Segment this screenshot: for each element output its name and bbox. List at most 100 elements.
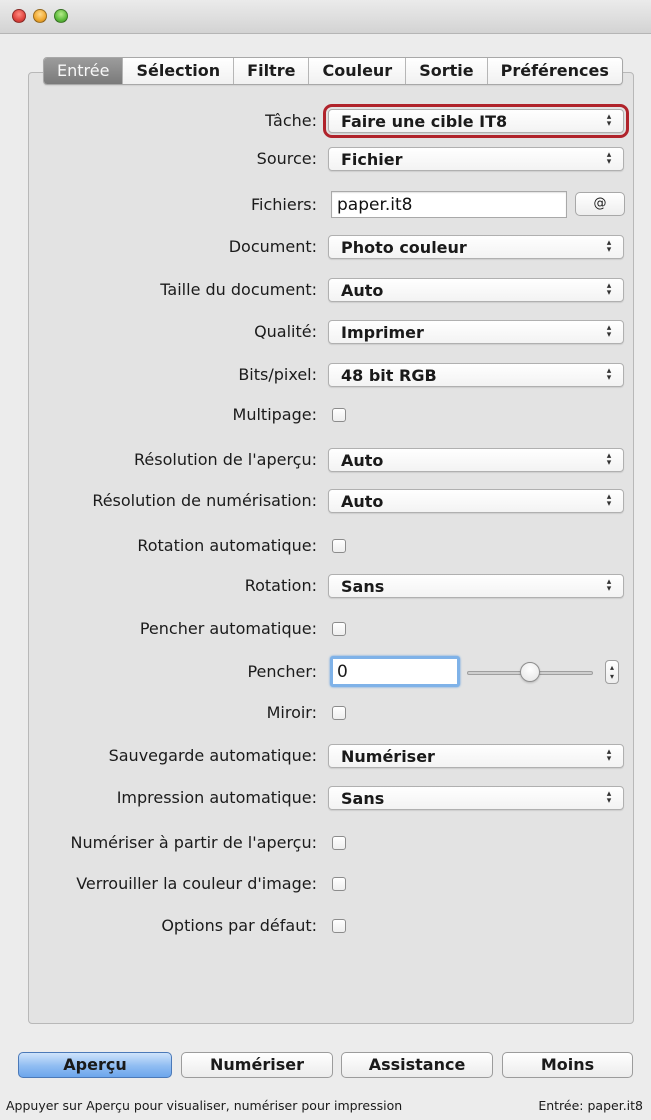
verrouiller-couleur-checkbox[interactable] <box>332 877 346 891</box>
numeriser-apercu-label: Numériser à partir de l'aperçu: <box>70 833 317 852</box>
moins-button[interactable]: Moins <box>502 1052 633 1078</box>
row-miroir: Miroir: <box>0 698 651 728</box>
document-value: Photo couleur <box>341 238 467 257</box>
updown-arrows-icon: ▴ ▾ <box>606 577 612 594</box>
tab-preferences[interactable]: Préférences <box>488 58 622 84</box>
updown-arrows-icon: ▴ ▾ <box>606 747 612 764</box>
browse-at-button[interactable]: @ <box>575 192 625 216</box>
rotation-auto-label: Rotation automatique: <box>137 536 317 555</box>
status-input-file: Entrée: paper.it8 <box>538 1098 643 1113</box>
miroir-label: Miroir: <box>266 703 317 722</box>
row-pencher-auto: Pencher automatique: <box>0 614 651 644</box>
updown-arrows-icon: ▴ ▾ <box>606 238 612 255</box>
updown-arrows-icon: ▴ ▾ <box>606 281 612 298</box>
document-label: Document: <box>228 237 317 256</box>
row-pencher: Pencher: 0 ▴ ▾ <box>0 656 651 687</box>
impression-auto-value: Sans <box>341 789 385 808</box>
row-numeriser-apercu: Numériser à partir de l'aperçu: <box>0 828 651 858</box>
rotation-value: Sans <box>341 577 385 596</box>
row-qualite: Qualité: Imprimer ▴ ▾ <box>0 317 651 347</box>
source-label: Source: <box>256 149 317 168</box>
bits-value: 48 bit RGB <box>341 366 437 385</box>
fichiers-value: paper.it8 <box>337 195 413 215</box>
row-tache: Tâche: Faire une cible IT8 ▴ ▾ <box>0 104 651 138</box>
tab-bar: Entrée Sélection Filtre Couleur Sortie P… <box>43 57 623 85</box>
pencher-stepper[interactable]: ▴ ▾ <box>605 660 619 684</box>
numeriser-button[interactable]: Numériser <box>181 1052 333 1078</box>
tab-selection[interactable]: Sélection <box>123 58 235 84</box>
row-source: Source: Fichier ▴ ▾ <box>0 144 651 174</box>
pencher-auto-label: Pencher automatique: <box>139 619 317 638</box>
sauvegarde-auto-select[interactable]: Numériser ▴ ▾ <box>328 744 624 768</box>
row-bits: Bits/pixel: 48 bit RGB ▴ ▾ <box>0 360 651 390</box>
tache-value: Faire une cible IT8 <box>341 112 508 131</box>
assistance-button[interactable]: Assistance <box>341 1052 493 1078</box>
pencher-slider-thumb[interactable] <box>520 662 540 682</box>
taille-label: Taille du document: <box>160 280 317 299</box>
row-rotation-auto: Rotation automatique: <box>0 531 651 561</box>
numeriser-apercu-checkbox[interactable] <box>332 836 346 850</box>
apercu-button[interactable]: Aperçu <box>18 1052 172 1078</box>
taille-value: Auto <box>341 281 384 300</box>
zoom-window-button[interactable] <box>54 9 68 23</box>
tache-label: Tâche: <box>265 111 317 130</box>
row-rotation: Rotation: Sans ▴ ▾ <box>0 571 651 601</box>
title-bar <box>0 0 651 34</box>
tab-entree[interactable]: Entrée <box>44 58 124 84</box>
bits-label: Bits/pixel: <box>238 365 317 384</box>
verrouiller-couleur-label: Verrouiller la couleur d'image: <box>76 874 317 893</box>
miroir-checkbox[interactable] <box>332 706 346 720</box>
resolution-apercu-label: Résolution de l'aperçu: <box>134 450 317 469</box>
updown-arrows-icon: ▴ ▾ <box>606 789 612 806</box>
minimize-window-button[interactable] <box>33 9 47 23</box>
options-defaut-label: Options par défaut: <box>161 916 317 935</box>
pencher-auto-checkbox[interactable] <box>332 622 346 636</box>
tab-couleur[interactable]: Couleur <box>309 58 407 84</box>
row-impression-auto: Impression automatique: Sans ▴ ▾ <box>0 783 651 813</box>
row-resolution-numerisation: Résolution de numérisation: Auto ▴ ▾ <box>0 486 651 516</box>
multipage-label: Multipage: <box>232 405 317 424</box>
row-document: Document: Photo couleur ▴ ▾ <box>0 232 651 262</box>
impression-auto-select[interactable]: Sans ▴ ▾ <box>328 786 624 810</box>
resolution-numerisation-select[interactable]: Auto ▴ ▾ <box>328 489 624 513</box>
rotation-select[interactable]: Sans ▴ ▾ <box>328 574 624 598</box>
status-bar: Appuyer sur Aperçu pour visualiser, numé… <box>0 1096 651 1120</box>
row-sauvegarde-auto: Sauvegarde automatique: Numériser ▴ ▾ <box>0 741 651 771</box>
tab-filtre[interactable]: Filtre <box>234 58 310 84</box>
status-message: Appuyer sur Aperçu pour visualiser, numé… <box>6 1098 403 1113</box>
row-taille: Taille du document: Auto ▴ ▾ <box>0 275 651 305</box>
rotation-label: Rotation: <box>244 576 317 595</box>
updown-arrows-icon: ▴ ▾ <box>606 323 612 340</box>
options-defaut-checkbox[interactable] <box>332 919 346 933</box>
fichiers-input[interactable]: paper.it8 <box>331 191 567 218</box>
bits-select[interactable]: 48 bit RGB ▴ ▾ <box>328 363 624 387</box>
impression-auto-label: Impression automatique: <box>116 788 317 807</box>
fichiers-label: Fichiers: <box>250 195 317 214</box>
tab-sortie[interactable]: Sortie <box>406 58 488 84</box>
row-multipage: Multipage: <box>0 400 651 430</box>
pencher-value: 0 <box>337 662 348 682</box>
source-value: Fichier <box>341 150 403 169</box>
pencher-label: Pencher: <box>247 662 317 681</box>
sauvegarde-auto-value: Numériser <box>341 747 435 766</box>
updown-arrows-icon: ▴ ▾ <box>606 112 612 129</box>
close-window-button[interactable] <box>12 9 26 23</box>
sauvegarde-auto-label: Sauvegarde automatique: <box>108 746 317 765</box>
qualite-select[interactable]: Imprimer ▴ ▾ <box>328 320 624 344</box>
multipage-checkbox[interactable] <box>332 408 346 422</box>
resolution-numerisation-value: Auto <box>341 492 384 511</box>
pencher-input[interactable]: 0 <box>330 656 460 687</box>
tache-select[interactable]: Faire une cible IT8 ▴ ▾ <box>323 104 629 138</box>
taille-select[interactable]: Auto ▴ ▾ <box>328 278 624 302</box>
action-buttons: Aperçu Numériser Assistance Moins <box>0 1052 651 1080</box>
source-select[interactable]: Fichier ▴ ▾ <box>328 147 624 171</box>
rotation-auto-checkbox[interactable] <box>332 539 346 553</box>
qualite-label: Qualité: <box>254 322 317 341</box>
qualite-value: Imprimer <box>341 323 424 342</box>
resolution-apercu-select[interactable]: Auto ▴ ▾ <box>328 448 624 472</box>
document-select[interactable]: Photo couleur ▴ ▾ <box>328 235 624 259</box>
row-fichiers: Fichiers: paper.it8 @ <box>0 190 651 220</box>
updown-arrows-icon: ▴ ▾ <box>606 492 612 509</box>
resolution-numerisation-label: Résolution de numérisation: <box>92 491 317 510</box>
updown-arrows-icon: ▴ ▾ <box>606 366 612 383</box>
